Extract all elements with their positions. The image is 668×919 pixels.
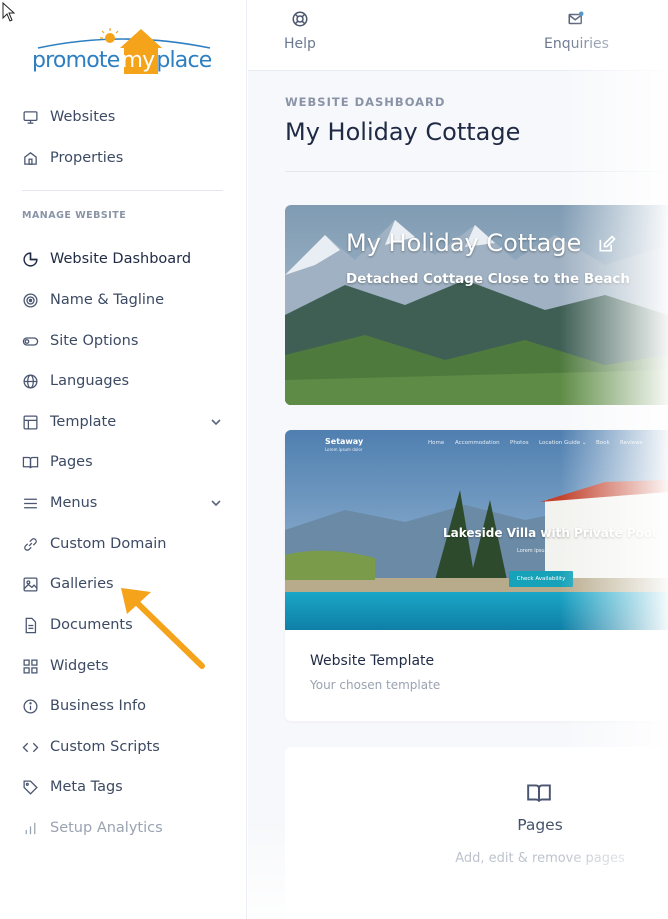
preview-headline: Lakeside Villa with Private Pool <box>443 526 657 540</box>
mail-notification-icon <box>568 11 584 25</box>
pie-chart-icon <box>20 249 40 269</box>
card-title: Website Template <box>310 653 435 669</box>
sidebar-item-label: Business Info <box>50 698 146 714</box>
target-icon <box>20 290 40 310</box>
preview-small-text: Lorem ipsum dolor <box>517 548 564 554</box>
book-icon <box>527 784 551 802</box>
page-title: My Holiday Cottage <box>285 118 521 146</box>
callout-arrow-icon <box>121 588 205 669</box>
sidebar-item-custom-scripts[interactable]: Custom Scripts <box>20 734 230 760</box>
preview-nav-item: Home <box>428 440 445 446</box>
sidebar-item-label: Website Dashboard <box>50 251 192 267</box>
menu-icon <box>20 493 40 513</box>
info-icon <box>20 696 40 716</box>
sidebar-item-properties[interactable]: Properties <box>20 145 230 171</box>
bar-chart-icon <box>20 818 40 838</box>
sidebar-item-site-options[interactable]: Site Options <box>20 328 230 354</box>
edit-icon[interactable] <box>597 234 617 254</box>
document-icon <box>20 615 40 635</box>
main-content: WEBSITE DASHBOARD My Holiday Cottage My … <box>248 71 668 919</box>
sidebar-divider <box>22 190 223 191</box>
enquiries-button[interactable]: Enquiries <box>544 10 609 52</box>
hero-title: My Holiday Cottage <box>346 229 582 257</box>
brand-logo[interactable]: promotemyplace <box>28 26 218 80</box>
sidebar-item-label: Widgets <box>50 658 109 674</box>
sidebar: promotemyplace Websites Properties MANAG… <box>0 0 247 919</box>
preview-check-availability-button: Check Availability <box>509 571 573 587</box>
hero-subtitle: Detached Cottage Close to the Beach <box>346 271 630 287</box>
sidebar-item-template[interactable]: Template <box>20 409 230 435</box>
sidebar-item-meta-tags[interactable]: Meta Tags <box>20 774 230 800</box>
brand-wordmark: promotemyplace <box>32 48 212 73</box>
preview-nav-item: Photos <box>510 440 529 446</box>
tag-icon <box>20 777 40 797</box>
sidebar-item-label: Pages <box>50 454 93 470</box>
pages-card[interactable]: Pages Add, edit & remove pages <box>285 747 668 919</box>
sidebar-item-label: Menus <box>50 495 98 511</box>
sidebar-item-label: Meta Tags <box>50 779 123 795</box>
chevron-down-icon[interactable] <box>210 497 222 509</box>
preview-nav-item: Book <box>596 440 610 446</box>
globe-icon <box>20 371 40 391</box>
sidebar-item-label: Languages <box>50 373 130 389</box>
pages-subtitle: Add, edit & remove pages <box>455 851 625 866</box>
sidebar-item-website-dashboard[interactable]: Website Dashboard <box>20 246 230 272</box>
sidebar-item-menus[interactable]: Menus <box>20 490 230 516</box>
sidebar-item-label: Custom Domain <box>50 536 167 552</box>
sidebar-item-languages[interactable]: Languages <box>20 368 230 394</box>
sidebar-item-custom-domain[interactable]: Custom Domain <box>20 531 230 557</box>
card-subtitle: Your chosen template <box>310 678 441 692</box>
title-divider <box>285 171 668 172</box>
page-eyebrow: WEBSITE DASHBOARD <box>285 95 446 109</box>
top-bar: Help Enquiries <box>248 0 668 71</box>
help-button[interactable]: Help <box>284 10 316 52</box>
preview-nav-item: Location Guide ⌄ <box>539 440 587 446</box>
sidebar-item-label: Galleries <box>50 576 114 592</box>
enquiries-label: Enquiries <box>544 36 609 52</box>
preview-nav-item: Reviews <box>620 440 643 446</box>
lifebuoy-icon <box>292 11 308 27</box>
book-icon <box>20 452 40 472</box>
sidebar-item-label: Custom Scripts <box>50 739 160 755</box>
sidebar-item-label: Setup Analytics <box>50 820 163 836</box>
monitor-icon <box>20 107 40 127</box>
home-icon <box>20 148 40 168</box>
image-icon <box>20 574 40 594</box>
grid-icon <box>20 656 40 676</box>
sidebar-item-websites[interactable]: Websites <box>20 104 230 130</box>
layout-icon <box>20 412 40 432</box>
link-icon <box>20 534 40 554</box>
sidebar-item-label: Template <box>50 414 117 430</box>
mouse-cursor-icon <box>2 2 16 22</box>
sidebar-item-label: Properties <box>50 150 124 166</box>
preview-nav-item: Accommodation <box>455 440 500 446</box>
preview-brand: Setaway <box>325 437 364 446</box>
website-template-card[interactable]: Setaway Lorem ipsum dolor Home Accommoda… <box>285 430 668 721</box>
section-label: MANAGE WEBSITE <box>22 210 127 221</box>
sidebar-item-pages[interactable]: Pages <box>20 449 230 475</box>
code-icon <box>20 737 40 757</box>
sidebar-item-name-tagline[interactable]: Name & Tagline <box>20 287 230 313</box>
sidebar-item-label: Websites <box>50 109 116 125</box>
website-hero-banner[interactable]: My Holiday Cottage Detached Cottage Clos… <box>285 205 668 405</box>
sidebar-item-label: Site Options <box>50 333 139 349</box>
chevron-down-icon[interactable] <box>210 416 222 428</box>
preview-brand-sub: Lorem ipsum dolor <box>325 447 363 452</box>
pages-title: Pages <box>517 816 563 834</box>
sidebar-item-setup-analytics[interactable]: Setup Analytics <box>20 815 230 841</box>
template-preview: Setaway Lorem ipsum dolor Home Accommoda… <box>285 430 668 630</box>
sidebar-item-label: Name & Tagline <box>50 292 165 308</box>
toggle-icon <box>20 331 40 351</box>
sidebar-item-business-info[interactable]: Business Info <box>20 693 230 719</box>
help-label: Help <box>284 36 316 52</box>
